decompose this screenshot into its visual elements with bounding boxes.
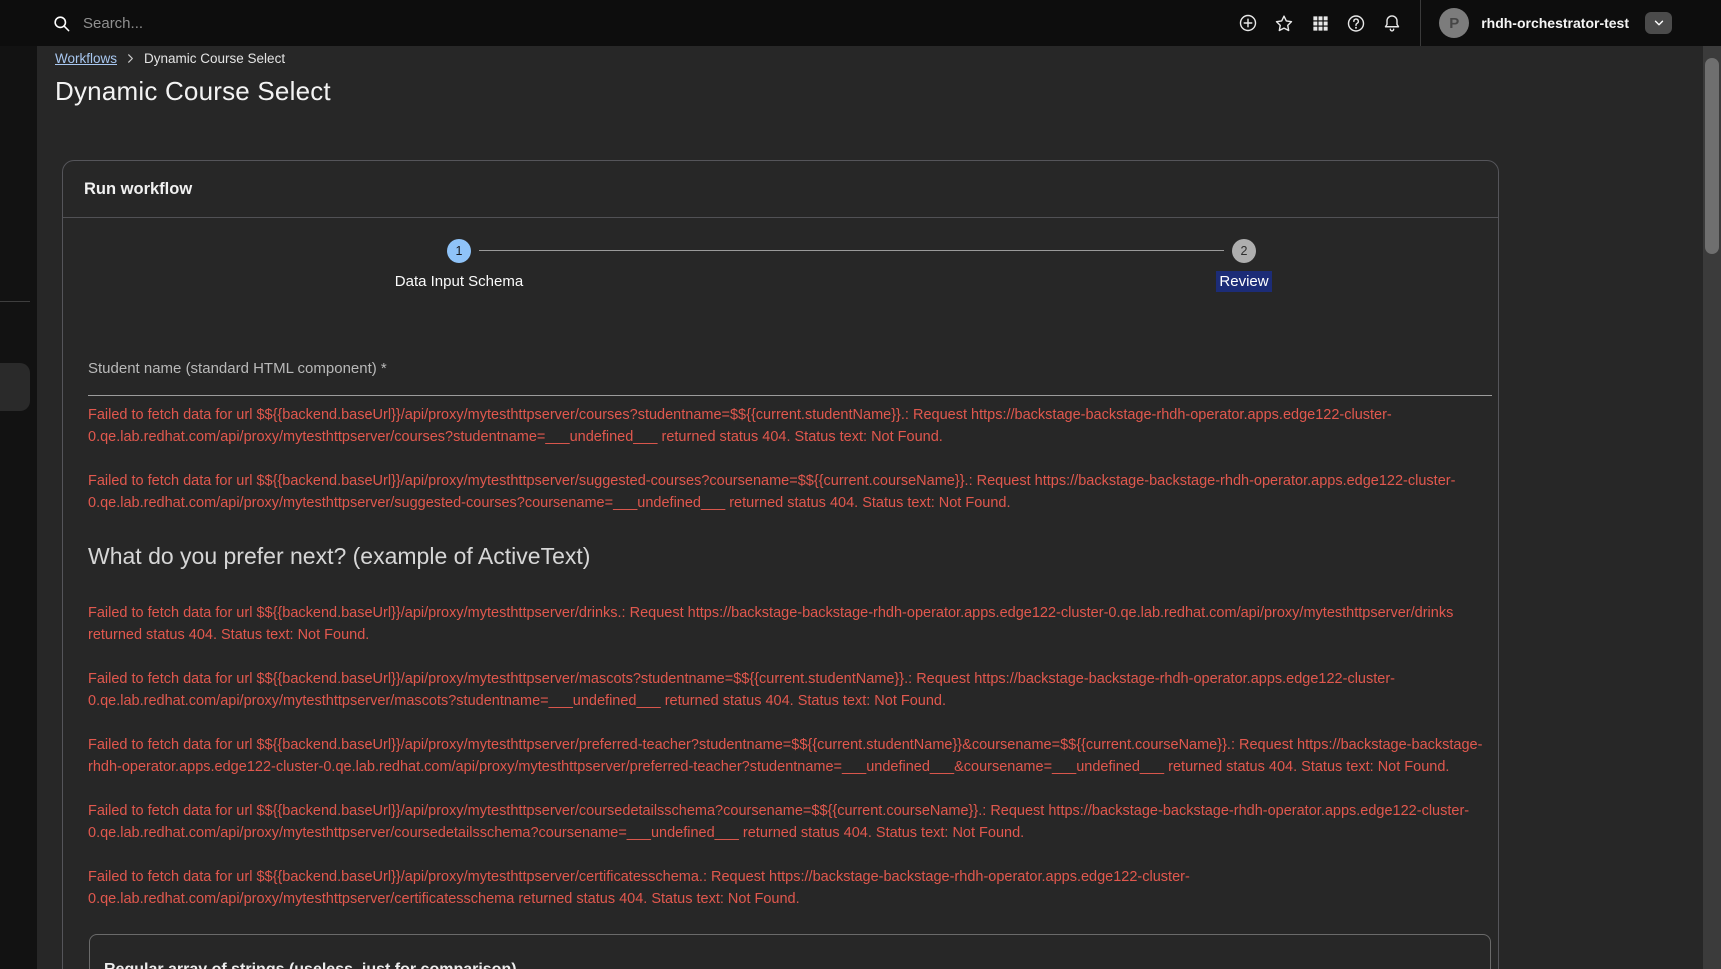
- step-2-label-text: Review: [1216, 271, 1272, 292]
- search-icon: [52, 14, 71, 33]
- student-name-input[interactable]: [88, 370, 1492, 396]
- search-input[interactable]: Search...: [52, 0, 143, 46]
- avatar[interactable]: P: [1439, 8, 1470, 38]
- step-1-label: Data Input Schema: [394, 273, 524, 290]
- card-header: Run workflow: [63, 161, 1498, 218]
- fetch-error-message: Failed to fetch data for url $${{backend…: [88, 737, 1483, 775]
- fetch-error-message: Failed to fetch data for url $${{backend…: [88, 869, 1190, 907]
- fetch-error-message: Failed to fetch data for url $${{backend…: [88, 407, 1392, 445]
- fetch-error-message: Failed to fetch data for url $${{backend…: [88, 473, 1456, 511]
- breadcrumb-workflows-link[interactable]: Workflows: [55, 51, 117, 66]
- chevron-down-icon: [1652, 16, 1666, 30]
- notifications-bell-icon[interactable]: [1382, 13, 1402, 33]
- array-of-strings-section: Regular array of strings (useless, just …: [89, 934, 1491, 969]
- account-name[interactable]: rhdh-orchestrator-test: [1481, 15, 1629, 31]
- global-header: Search... P rhdh-orchestrator-test: [0, 0, 1721, 46]
- create-plus-circle-icon[interactable]: [1238, 13, 1258, 33]
- scrollbar-thumb[interactable]: [1705, 58, 1719, 254]
- header-divider: [1420, 0, 1422, 46]
- vertical-scrollbar: [1703, 46, 1721, 969]
- help-icon[interactable]: [1346, 13, 1366, 33]
- starred-icon[interactable]: [1274, 13, 1294, 33]
- array-of-strings-title: Regular array of strings (useless, just …: [104, 961, 517, 969]
- chevron-right-icon: [125, 53, 136, 64]
- app-grid-icon[interactable]: [1310, 13, 1330, 33]
- step-1-circle: 1: [447, 239, 471, 263]
- fetch-error-message: Failed to fetch data for url $${{backend…: [88, 605, 1454, 643]
- fetch-error-message: Failed to fetch data for url $${{backend…: [88, 803, 1470, 841]
- active-text-heading: What do you prefer next? (example of Act…: [88, 543, 591, 569]
- account-menu-button[interactable]: [1645, 12, 1672, 34]
- step-2-circle: 2: [1232, 239, 1256, 263]
- page-title: Dynamic Course Select: [55, 76, 331, 106]
- breadcrumb-current: Dynamic Course Select: [144, 51, 286, 66]
- app-window: Search... P rhdh-orchestrator-test Workf…: [0, 0, 1721, 969]
- breadcrumb: Workflows Dynamic Course Select: [55, 51, 285, 66]
- collapsed-sidebar: [0, 46, 37, 969]
- sidebar-divider: [0, 301, 30, 302]
- sidebar-active-item[interactable]: [0, 363, 30, 411]
- step-2-label: Review: [1094, 271, 1394, 292]
- card-title: Run workflow: [84, 179, 193, 198]
- stepper-connector: [479, 250, 1224, 251]
- header-actions: P rhdh-orchestrator-test: [1222, 0, 1672, 46]
- search-placeholder: Search...: [83, 14, 144, 32]
- fetch-error-message: Failed to fetch data for url $${{backend…: [88, 671, 1395, 709]
